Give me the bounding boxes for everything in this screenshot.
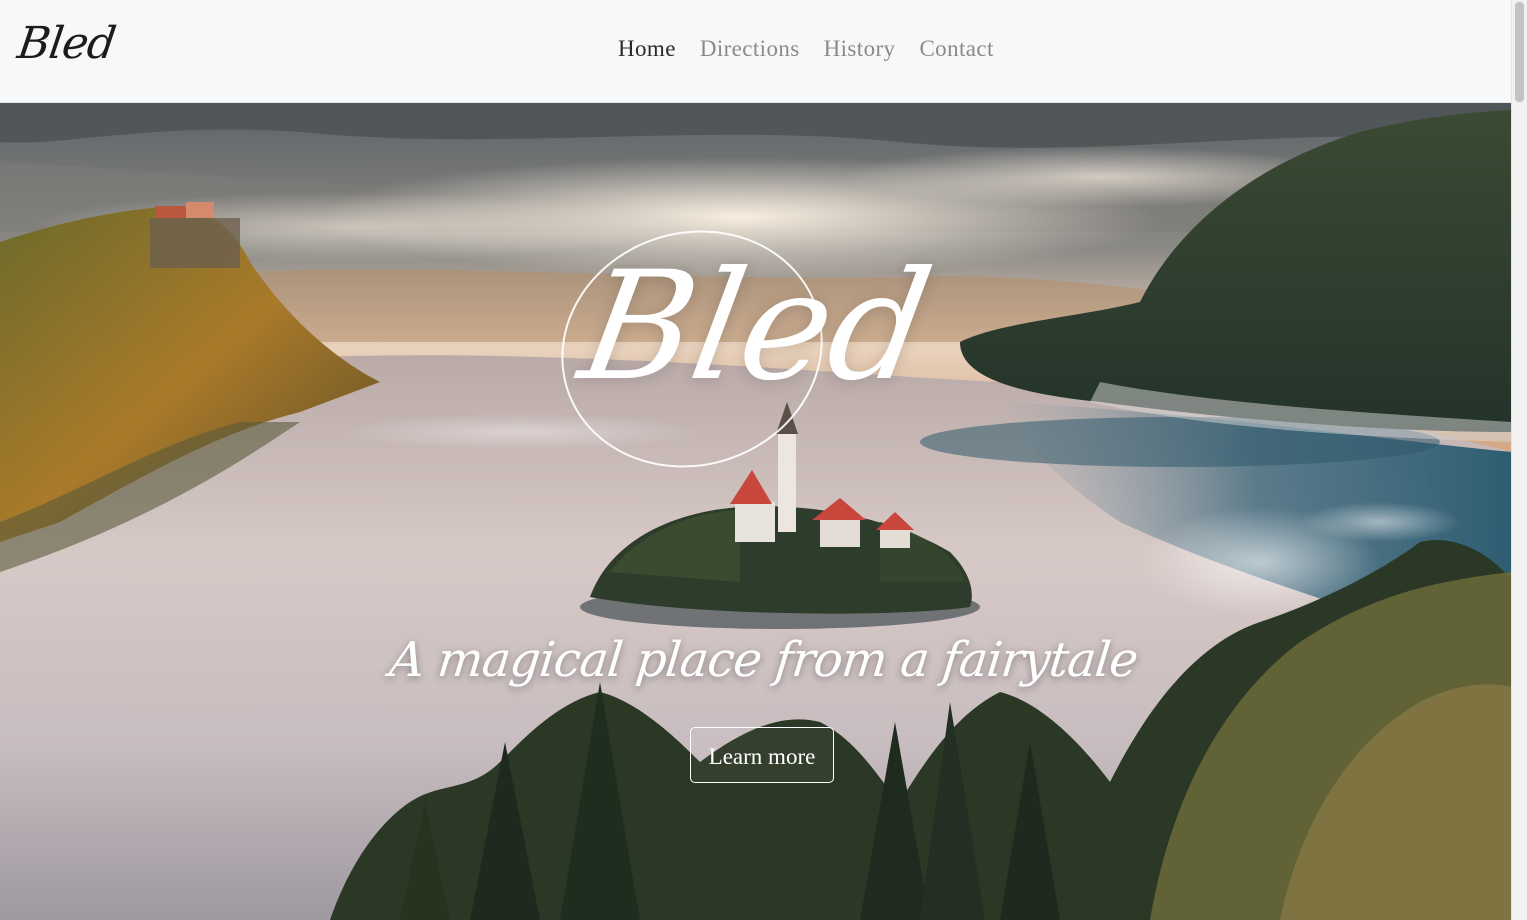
- page-scrollbar[interactable]: [1511, 0, 1527, 920]
- hero-tagline: A magical place from a fairytale: [386, 632, 1141, 688]
- nav-link-directions[interactable]: Directions: [700, 36, 800, 61]
- navbar: Bled Home Directions History Contact: [0, 0, 1512, 103]
- learn-more-button[interactable]: Learn more: [690, 727, 834, 783]
- nav-item-contact: Contact: [919, 36, 993, 62]
- hero-section: Bled A magical place from a fairytale Le…: [0, 102, 1512, 920]
- brand-logo[interactable]: Bled: [14, 18, 118, 69]
- page: Bled Home Directions History Contact Ble…: [0, 0, 1527, 920]
- nav-link-history[interactable]: History: [824, 36, 896, 61]
- hero-title: Bled: [569, 240, 943, 414]
- nav-item-directions: Directions: [700, 36, 800, 62]
- scrollbar-thumb[interactable]: [1515, 2, 1524, 102]
- hero-background-image: [0, 102, 1512, 920]
- nav-item-home: Home: [618, 36, 676, 62]
- nav-item-history: History: [824, 36, 896, 62]
- nav-link-contact[interactable]: Contact: [919, 36, 993, 61]
- nav-links: Home Directions History Contact: [618, 36, 994, 62]
- nav-link-home[interactable]: Home: [618, 36, 676, 61]
